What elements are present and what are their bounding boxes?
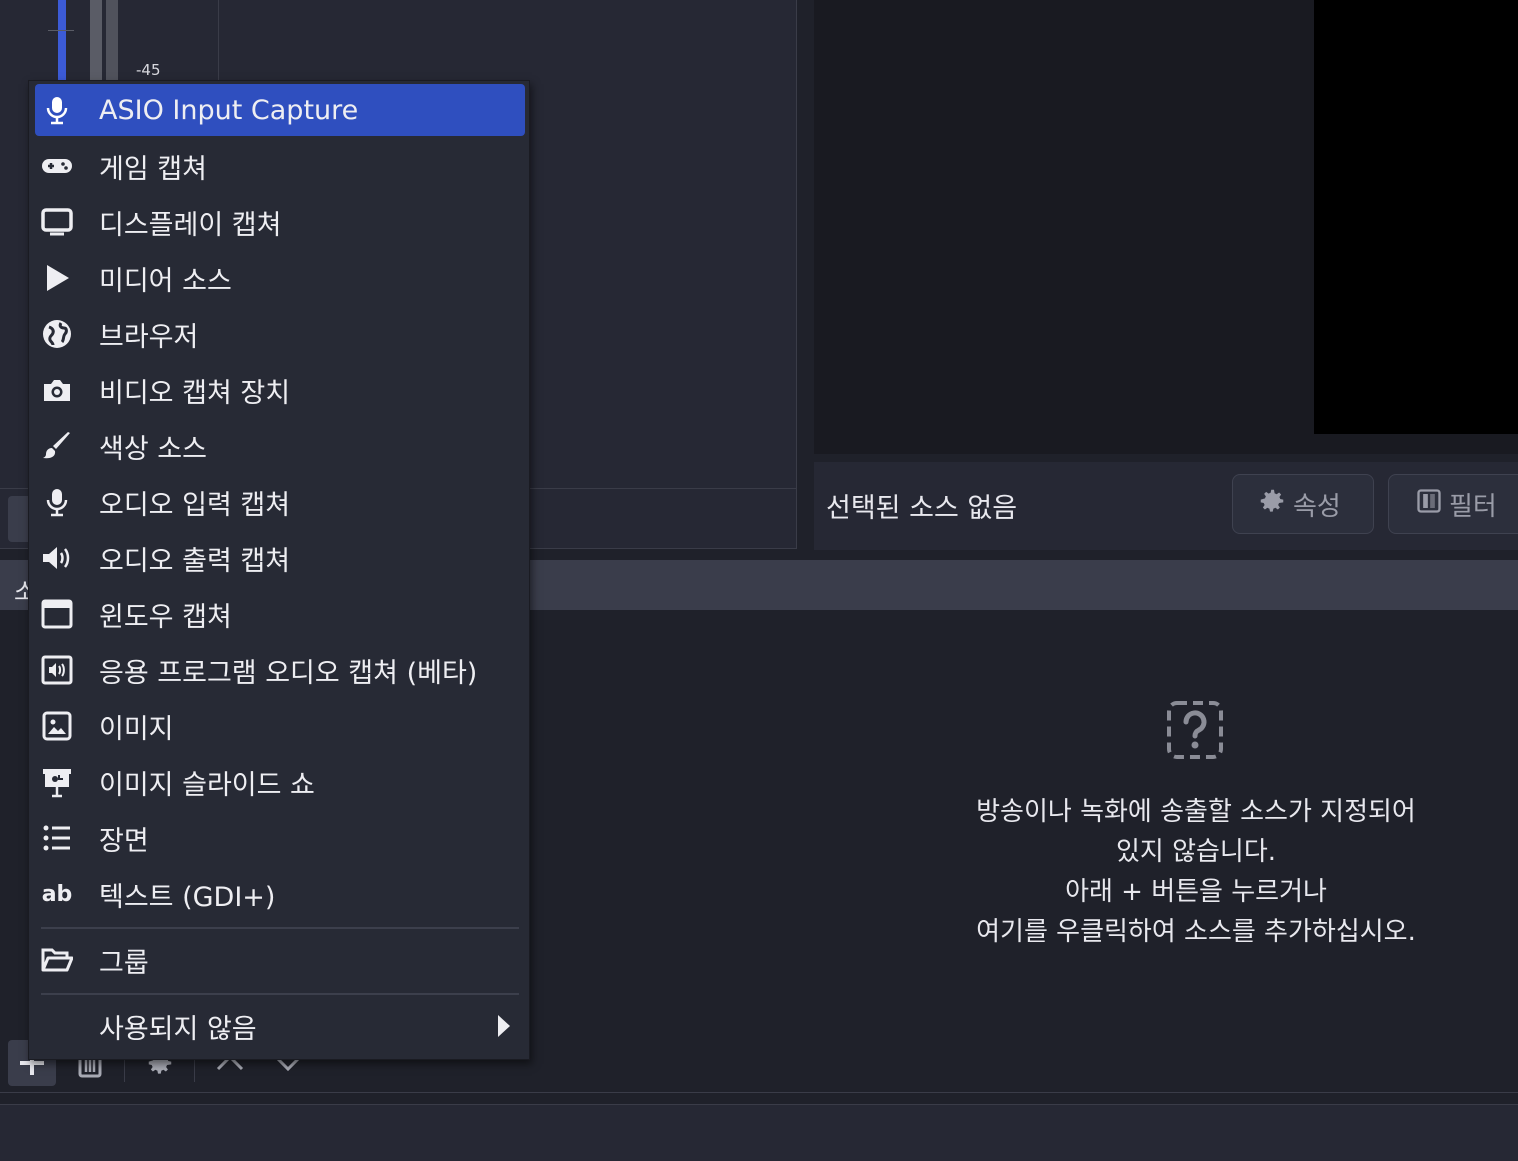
menu-item-label: 오디오 출력 캡쳐 <box>99 545 291 577</box>
menu-item-label: 비디오 캡쳐 장치 <box>99 377 291 409</box>
volume-meter-level <box>58 0 66 80</box>
window-icon <box>41 598 73 630</box>
menu-item-label: 그룹 <box>99 947 149 979</box>
db-scale-label: -45 <box>136 61 161 79</box>
list-icon <box>41 822 73 854</box>
menu-item-color-source[interactable]: 색상 소스 <box>35 420 525 472</box>
menu-item-label: 윈도우 캡쳐 <box>99 601 232 633</box>
menu-item-deprecated[interactable]: 사용되지 않음 <box>35 1000 525 1052</box>
menu-item-group[interactable]: 그룹 <box>35 934 525 986</box>
menu-item-label: 색상 소스 <box>99 433 207 465</box>
menu-item-video-capture-device[interactable]: 비디오 캡쳐 장치 <box>35 364 525 416</box>
menu-item-window-capture[interactable]: 윈도우 캡쳐 <box>35 588 525 640</box>
no-sources-message-line: 방송이나 녹화에 송출할 소스가 지정되어 <box>976 797 1416 827</box>
brush-icon <box>41 430 73 462</box>
divider <box>0 1092 1518 1093</box>
play-icon <box>41 262 73 294</box>
add-source-menu: ASIO Input Capture 게임 캡쳐 디스플레이 캡쳐 미디어 소스… <box>28 80 530 1060</box>
menu-item-asio-input-capture[interactable]: ASIO Input Capture <box>35 84 525 136</box>
no-sources-message-line: 아래 + 버튼을 누르거나 <box>1065 877 1327 907</box>
volume-slider-tick[interactable] <box>48 30 74 31</box>
menu-item-text-gdi[interactable]: ab 텍스트 (GDI+) <box>35 868 525 920</box>
status-bar <box>0 1104 1518 1161</box>
menu-item-browser[interactable]: 브라우저 <box>35 308 525 360</box>
menu-item-display-capture[interactable]: 디스플레이 캡쳐 <box>35 196 525 248</box>
menu-item-label: 이미지 <box>99 713 174 745</box>
question-icon <box>1166 700 1224 760</box>
filters-button[interactable]: 필터 <box>1388 474 1518 534</box>
menu-item-audio-output-capture[interactable]: 오디오 출력 캡쳐 <box>35 532 525 584</box>
microphone-icon <box>41 486 73 518</box>
menu-item-label: 오디오 입력 캡쳐 <box>99 489 291 521</box>
gamepad-icon <box>41 150 73 182</box>
no-source-selected-label: 선택된 소스 없음 <box>826 493 1018 524</box>
properties-label: 속성 <box>1293 491 1341 522</box>
camera-icon <box>41 374 73 406</box>
folder-open-icon <box>41 944 73 976</box>
submenu-arrow-icon <box>497 1014 511 1045</box>
menu-item-audio-input-capture[interactable]: 오디오 입력 캡쳐 <box>35 476 525 528</box>
menu-item-media-source[interactable]: 미디어 소스 <box>35 252 525 304</box>
no-sources-message: 방송이나 녹화에 송출할 소스가 지정되어 있지 않습니다. 아래 + 버튼을 … <box>936 792 1456 952</box>
globe-icon <box>41 318 73 350</box>
menu-item-label: 게임 캡쳐 <box>99 153 207 185</box>
volume-meter-bar <box>106 0 118 80</box>
microphone-icon <box>41 94 73 126</box>
monitor-icon <box>41 206 73 238</box>
gear-icon <box>1257 486 1287 523</box>
menu-separator <box>41 993 519 995</box>
menu-item-label: 디스플레이 캡쳐 <box>99 209 282 241</box>
menu-item-label: 사용되지 않음 <box>99 1013 257 1045</box>
preview-output-area <box>1314 0 1518 434</box>
menu-item-image-slideshow[interactable]: 이미지 슬라이드 쇼 <box>35 756 525 808</box>
image-icon <box>41 710 73 742</box>
menu-item-label: 응용 프로그램 오디오 캡쳐 (베타) <box>99 657 478 689</box>
slideshow-icon <box>41 766 73 798</box>
menu-item-label: 텍스트 (GDI+) <box>99 881 276 913</box>
no-sources-message-line: 있지 않습니다. <box>1115 837 1277 867</box>
no-sources-message-line: 여기를 우클릭하여 소스를 추가하십시오. <box>976 917 1416 947</box>
filter-icon <box>1415 487 1443 522</box>
menu-item-label: 미디어 소스 <box>99 265 232 297</box>
menu-item-label: ASIO Input Capture <box>99 94 359 126</box>
menu-item-image[interactable]: 이미지 <box>35 700 525 752</box>
volume-meter-bar <box>90 0 102 80</box>
menu-item-application-audio-capture[interactable]: 응용 프로그램 오디오 캡쳐 (베타) <box>35 644 525 696</box>
speaker-icon <box>41 542 73 574</box>
text-icon: ab <box>41 881 73 907</box>
menu-separator <box>41 927 519 929</box>
menu-item-label: 장면 <box>99 825 149 857</box>
menu-item-scene[interactable]: 장면 <box>35 812 525 864</box>
filters-label: 필터 <box>1449 491 1497 522</box>
properties-button[interactable]: 속성 <box>1232 474 1374 534</box>
menu-item-game-capture[interactable]: 게임 캡쳐 <box>35 140 525 192</box>
menu-item-label: 이미지 슬라이드 쇼 <box>99 769 315 801</box>
menu-item-label: 브라우저 <box>99 321 199 353</box>
app-audio-icon <box>41 654 73 686</box>
